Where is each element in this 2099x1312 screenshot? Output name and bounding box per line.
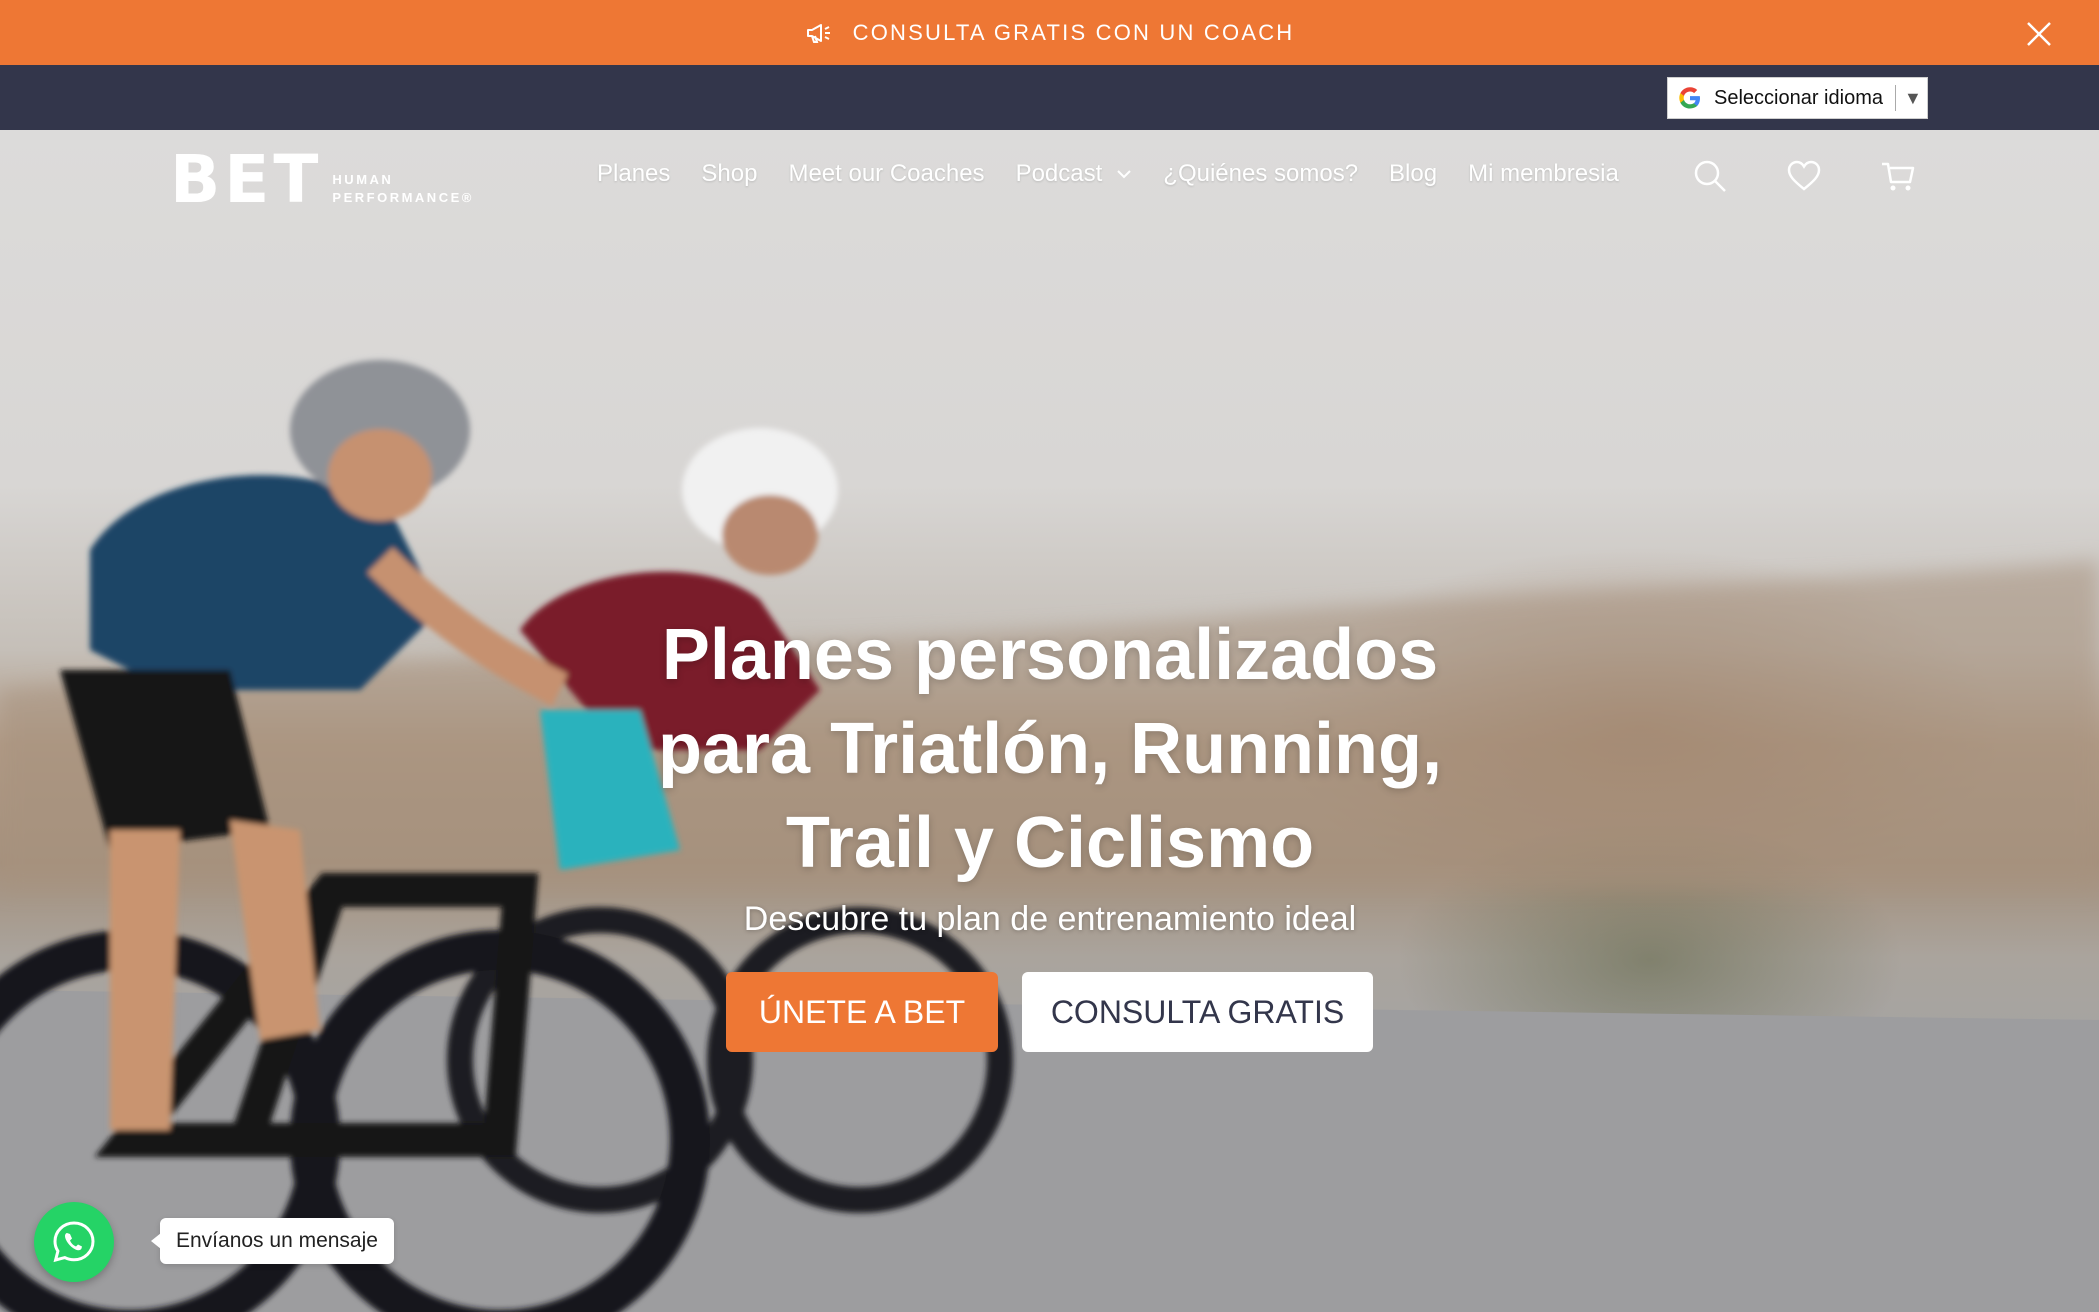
nav-podcast[interactable]: Podcast (1016, 160, 1133, 188)
hero-subtitle: Descubre tu plan de entrenamiento ideal (743, 900, 1357, 938)
free-consult-button[interactable]: CONSULTA GRATIS (1022, 972, 1373, 1052)
logo-tagline-line1: HUMAN (332, 172, 394, 187)
language-select-label: Seleccionar idioma (1714, 86, 1883, 109)
hero-title-line-2: para Triatlón, Running, (657, 709, 1443, 789)
site-logo[interactable]: BET HUMAN PERFORMANCE® (170, 141, 490, 218)
logo-mark: BET (170, 141, 323, 218)
whatsapp-button[interactable] (34, 1202, 114, 1282)
language-select[interactable]: Seleccionar idioma ▼ (1667, 77, 1928, 119)
whatsapp-message-bubble[interactable]: Envíanos un mensaje (151, 1218, 394, 1264)
megaphone-icon (806, 23, 830, 43)
nav-mi-membresia[interactable]: Mi membresia (1468, 160, 1619, 188)
nav-quienes-somos[interactable]: ¿Quiénes somos? (1163, 160, 1358, 188)
language-select-divider (1894, 85, 1896, 111)
nav-podcast-label: Podcast (1015, 160, 1103, 187)
close-icon[interactable] (2025, 20, 2053, 48)
hero-section: BET HUMAN PERFORMANCE® Planes Shop Meet … (0, 130, 2099, 1312)
cart-icon[interactable] (1880, 158, 1916, 194)
nav-blog[interactable]: Blog (1389, 160, 1437, 188)
hero-title-line-3: Trail y Ciclismo (785, 803, 1315, 883)
logo-tagline: HUMAN PERFORMANCE® (332, 172, 473, 208)
nav-shop[interactable]: Shop (701, 160, 757, 188)
language-bar: Seleccionar idioma ▼ (0, 65, 2099, 130)
google-icon (1679, 87, 1700, 109)
join-bet-button[interactable]: ÚNETE A BET (726, 972, 998, 1052)
hero-title: Planes personalizados para Triatlón, Run… (560, 608, 1540, 890)
logo-tagline-line2: PERFORMANCE® (332, 190, 474, 205)
announcement-content[interactable]: CONSULTA GRATIS CON UN COACH (805, 20, 1295, 46)
nav-planes[interactable]: Planes (597, 160, 670, 188)
heart-icon[interactable] (1786, 158, 1822, 194)
nav-meet-our-coaches[interactable]: Meet our Coaches (788, 160, 984, 188)
search-icon[interactable] (1692, 158, 1728, 194)
whatsapp-icon (53, 1221, 95, 1263)
announcement-bar[interactable]: CONSULTA GRATIS CON UN COACH (0, 0, 2099, 65)
main-nav: Planes Shop Meet our Coaches Podcast ¿Qu… (597, 160, 1619, 188)
hero-title-line-1: Planes personalizados (661, 615, 1439, 695)
chevron-down-icon (1117, 170, 1131, 179)
announcement-text[interactable]: CONSULTA GRATIS CON UN COACH (853, 20, 1295, 46)
chevron-down-icon: ▼ (1903, 87, 1922, 108)
